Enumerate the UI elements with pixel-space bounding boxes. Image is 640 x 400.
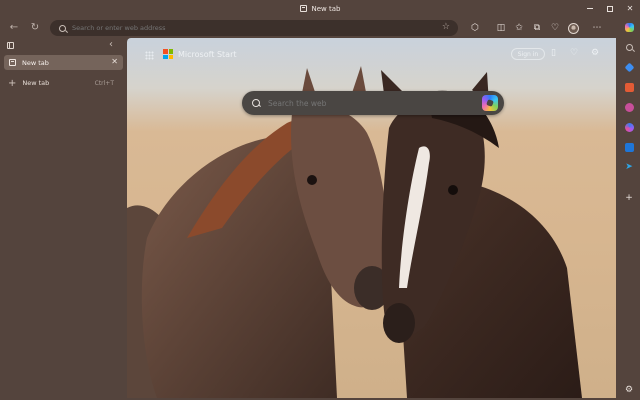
back-arrow-icon: ← [9, 21, 19, 33]
right-sidebar: ➤ + ⚙ [618, 17, 640, 400]
split-screen-button[interactable]: ◫ [492, 20, 510, 36]
new-tab-page-icon [9, 59, 16, 66]
web-search-box[interactable] [242, 91, 504, 115]
telegram-icon: ➤ [625, 162, 633, 172]
toolbar-icons: ⬡ ◫ ✩ ⧉ ♡ ⋯ [466, 20, 606, 36]
maximize-button[interactable] [600, 0, 620, 17]
new-tab-page: Microsoft Start Sign in ▯ ♡ ⚙ [127, 38, 616, 398]
more-options-button[interactable]: ⋯ [588, 20, 606, 36]
tabs-pane-header: ‹ [0, 38, 127, 53]
maximize-icon [607, 5, 613, 12]
microsoft365-icon [624, 122, 634, 132]
outlook-button[interactable] [623, 141, 635, 153]
favorites-icon: ✩ [515, 23, 523, 33]
new-tab-label: New tab [22, 79, 50, 87]
search-icon [252, 99, 260, 107]
microsoft365-button[interactable] [623, 121, 635, 133]
rewards-icon[interactable]: ♡ [570, 48, 578, 58]
window-title: New tab [311, 4, 341, 13]
favorites-button[interactable]: ✩ [510, 20, 528, 36]
microsoft-start-brand: Microsoft Start [163, 49, 237, 59]
telegram-button[interactable]: ➤ [623, 161, 635, 173]
sign-in-button[interactable]: Sign in [511, 48, 545, 60]
collections-icon: ⧉ [533, 23, 541, 33]
window-title-group: New tab [299, 4, 341, 13]
favorite-star-icon[interactable]: ☆ [442, 22, 450, 32]
title-bar: New tab ✕ [0, 0, 640, 17]
minimize-icon [587, 8, 593, 9]
brand-text: Microsoft Start [178, 49, 237, 59]
collections-button[interactable]: ⧉ [528, 20, 546, 36]
minimize-button[interactable] [580, 0, 600, 17]
copilot-button[interactable] [623, 21, 635, 33]
window-controls: ✕ [580, 0, 640, 17]
profile-avatar [567, 22, 579, 34]
notifications-icon[interactable]: ▯ [551, 48, 556, 58]
browser-essentials-button[interactable]: ♡ [546, 20, 564, 36]
microsoft-logo-icon [163, 49, 173, 59]
games-icon [624, 102, 634, 112]
tools-button[interactable] [623, 81, 635, 93]
new-tab-shortcut: Ctrl+T [94, 79, 114, 87]
profile-button[interactable] [564, 20, 582, 36]
split-screen-icon: ◫ [496, 23, 506, 33]
games-button[interactable] [623, 101, 635, 113]
copilot-icon[interactable] [482, 95, 498, 111]
collapse-pane-icon[interactable]: ‹ [109, 39, 113, 50]
close-icon: ✕ [626, 4, 634, 13]
extensions-icon: ⬡ [471, 23, 479, 33]
sidebar-search-button[interactable] [623, 41, 635, 53]
web-search-input[interactable] [268, 98, 468, 108]
toolbar: ← ↻ ☆ ⬡ ◫ ✩ ⧉ ♡ ⋯ [0, 17, 640, 38]
close-button[interactable]: ✕ [620, 0, 640, 17]
sidebar-settings-button[interactable]: ⚙ [623, 384, 635, 396]
address-input[interactable] [72, 24, 412, 32]
tab-actions-icon[interactable] [7, 42, 14, 49]
tools-icon [624, 82, 634, 92]
address-bar[interactable]: ☆ [50, 20, 458, 36]
search-icon [59, 24, 66, 32]
shopping-icon [624, 62, 634, 72]
search-icon [625, 43, 633, 51]
extensions-button[interactable]: ⬡ [466, 20, 484, 36]
close-tab-icon[interactable]: ✕ [111, 57, 118, 66]
plus-icon: + [8, 77, 17, 89]
more-options-icon: ⋯ [592, 23, 602, 33]
tab-new-tab[interactable]: New tab ✕ [4, 55, 123, 70]
add-icon: + [625, 193, 633, 203]
outlook-icon [624, 142, 634, 152]
tab-label: New tab [22, 58, 49, 67]
vertical-tabs-pane: ‹ New tab ✕ + New tab Ctrl+T [0, 38, 127, 400]
add-sidebar-app-button[interactable]: + [623, 192, 635, 204]
back-button[interactable]: ← [7, 20, 21, 34]
settings-icon: ⚙ [624, 385, 634, 395]
page-settings-icon[interactable]: ⚙ [591, 48, 599, 58]
refresh-icon: ↻ [30, 21, 40, 33]
new-tab-icon [299, 5, 307, 12]
refresh-button[interactable]: ↻ [28, 20, 42, 34]
browser-essentials-icon: ♡ [550, 23, 560, 33]
new-tab-button[interactable]: + New tab Ctrl+T [4, 76, 123, 90]
app-launcher-icon[interactable] [145, 51, 154, 60]
copilot-icon [624, 22, 634, 32]
shopping-button[interactable] [623, 61, 635, 73]
